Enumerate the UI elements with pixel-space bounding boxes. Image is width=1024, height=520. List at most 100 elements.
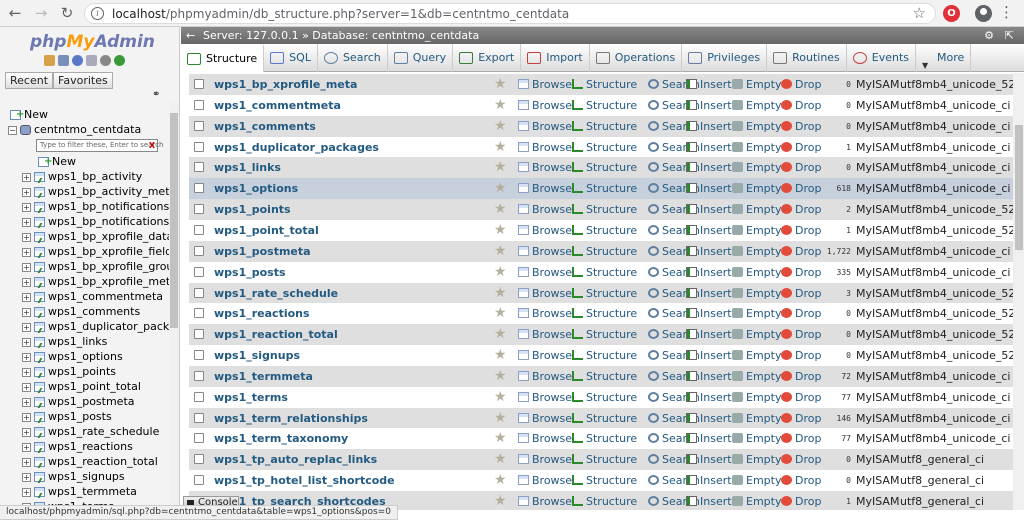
- browse-action[interactable]: Browse: [518, 387, 572, 408]
- insert-action[interactable]: Insert: [686, 366, 732, 387]
- structure-action[interactable]: Structure: [572, 428, 637, 449]
- row-checkbox[interactable]: [194, 412, 204, 423]
- collapse-nav-icon[interactable]: ←: [186, 27, 195, 44]
- favorite-star-icon[interactable]: ★: [494, 368, 507, 384]
- favorite-star-icon[interactable]: ★: [494, 118, 507, 134]
- insert-action[interactable]: Insert: [686, 387, 732, 408]
- phpmyadmin-logo[interactable]: phpMyAdmin: [30, 32, 155, 52]
- clear-filter-icon[interactable]: X: [149, 140, 155, 151]
- help-icon[interactable]: [72, 55, 83, 66]
- tree-filter[interactable]: Type to filter these, Enter to search X: [0, 137, 168, 154]
- table-name-link[interactable]: wps1_term_taxonomy: [214, 428, 348, 449]
- table-name-link[interactable]: wps1_reaction_total: [214, 324, 338, 345]
- expand-icon[interactable]: +: [22, 337, 31, 347]
- browse-action[interactable]: Browse: [518, 137, 572, 158]
- structure-action[interactable]: Structure: [572, 366, 637, 387]
- structure-action[interactable]: Structure: [572, 303, 637, 324]
- insert-action[interactable]: Insert: [686, 262, 732, 283]
- row-checkbox[interactable]: [194, 287, 204, 298]
- table-name-link[interactable]: wps1_terms: [214, 387, 288, 408]
- tree-table-item[interactable]: + wps1_links: [0, 334, 168, 349]
- structure-action[interactable]: Structure: [572, 157, 637, 178]
- favorite-star-icon[interactable]: ★: [494, 222, 507, 238]
- breadcrumb-server[interactable]: Server: 127.0.0.1: [203, 29, 299, 42]
- empty-action[interactable]: Empty: [732, 262, 781, 283]
- table-name-link[interactable]: wps1_tp_auto_replac_links: [214, 449, 377, 470]
- tab-import[interactable]: Import: [521, 44, 590, 72]
- row-checkbox[interactable]: [194, 308, 204, 319]
- insert-action[interactable]: Insert: [686, 324, 732, 345]
- collapse-icon[interactable]: −: [8, 125, 17, 135]
- table-name-link[interactable]: wps1_reactions: [214, 303, 310, 324]
- expand-icon[interactable]: +: [22, 322, 31, 332]
- table-row[interactable]: wps1_duplicator_packages ★ Browse Structure…: [189, 136, 1013, 158]
- insert-action[interactable]: Insert: [686, 116, 732, 137]
- filter-input[interactable]: Type to filter these, Enter to search X: [36, 138, 163, 152]
- empty-action[interactable]: Empty: [732, 470, 781, 491]
- structure-action[interactable]: Structure: [572, 262, 637, 283]
- structure-action[interactable]: Structure: [572, 387, 637, 408]
- tree-table-item[interactable]: + wps1_termmeta: [0, 484, 168, 499]
- favorite-star-icon[interactable]: ★: [494, 139, 507, 155]
- expand-icon[interactable]: +: [22, 187, 31, 197]
- insert-action[interactable]: Insert: [686, 178, 732, 199]
- table-row[interactable]: wps1_postmeta ★ Browse Structure Search Inser…: [189, 240, 1013, 262]
- table-name-link[interactable]: wps1_options: [214, 178, 298, 199]
- row-checkbox[interactable]: [194, 204, 204, 215]
- favorite-star-icon[interactable]: ★: [494, 472, 507, 488]
- recent-button[interactable]: Recent: [5, 72, 54, 89]
- maximize-icon[interactable]: ⇱: [1005, 27, 1014, 44]
- browse-action[interactable]: Browse: [518, 324, 572, 345]
- table-name-link[interactable]: wps1_links: [214, 157, 281, 178]
- expand-icon[interactable]: +: [22, 352, 31, 362]
- browse-action[interactable]: Browse: [518, 74, 572, 95]
- row-checkbox[interactable]: [194, 454, 204, 465]
- browse-action[interactable]: Browse: [518, 366, 572, 387]
- empty-action[interactable]: Empty: [732, 199, 781, 220]
- nav-scrollbar[interactable]: [169, 103, 179, 520]
- expand-icon[interactable]: +: [22, 262, 31, 272]
- empty-action[interactable]: Empty: [732, 345, 781, 366]
- tab-query[interactable]: Query: [388, 44, 454, 72]
- browse-action[interactable]: Browse: [518, 491, 572, 510]
- browse-action[interactable]: Browse: [518, 408, 572, 429]
- settings-icon[interactable]: [100, 55, 111, 66]
- insert-action[interactable]: Insert: [686, 491, 732, 510]
- browse-action[interactable]: Browse: [518, 95, 572, 116]
- reload-icon[interactable]: ↻: [56, 2, 78, 24]
- structure-action[interactable]: Structure: [572, 241, 637, 262]
- favorite-star-icon[interactable]: ★: [494, 180, 507, 196]
- favorite-star-icon[interactable]: ★: [494, 451, 507, 467]
- insert-action[interactable]: Insert: [686, 408, 732, 429]
- browse-action[interactable]: Browse: [518, 157, 572, 178]
- insert-action[interactable]: Insert: [686, 199, 732, 220]
- settings-cog-icon[interactable]: ⚙: [984, 27, 994, 44]
- browse-action[interactable]: Browse: [518, 303, 572, 324]
- home-icon[interactable]: [44, 55, 55, 66]
- favorite-star-icon[interactable]: ★: [494, 326, 507, 342]
- tree-table-item[interactable]: + wps1_bp_xprofile_data: [0, 229, 173, 244]
- structure-action[interactable]: Structure: [572, 470, 637, 491]
- table-name-link[interactable]: wps1_commentmeta: [214, 95, 341, 116]
- row-checkbox[interactable]: [194, 266, 204, 277]
- row-checkbox[interactable]: [194, 391, 204, 402]
- structure-action[interactable]: Structure: [572, 74, 637, 95]
- expand-icon[interactable]: +: [22, 307, 31, 317]
- browse-action[interactable]: Browse: [518, 220, 572, 241]
- row-checkbox[interactable]: [194, 475, 204, 486]
- tree-table-item[interactable]: + wps1_commentmeta: [0, 289, 168, 304]
- expand-icon[interactable]: +: [22, 232, 31, 242]
- insert-action[interactable]: Insert: [686, 470, 732, 491]
- row-checkbox[interactable]: [194, 99, 204, 110]
- expand-icon[interactable]: +: [22, 412, 31, 422]
- empty-action[interactable]: Empty: [732, 449, 781, 470]
- expand-icon[interactable]: +: [22, 397, 31, 407]
- structure-action[interactable]: Structure: [572, 449, 637, 470]
- address-bar[interactable]: i localhost/phpmyadmin/db_structure.php?…: [84, 3, 936, 24]
- link-with-main-icon[interactable]: ⚭: [152, 89, 160, 100]
- table-row[interactable]: wps1_options ★ Browse Structure Search Insert…: [189, 178, 1013, 200]
- row-checkbox[interactable]: [194, 79, 204, 89]
- empty-action[interactable]: Empty: [732, 428, 781, 449]
- table-row[interactable]: wps1_term_taxonomy ★ Browse Structure Search…: [189, 428, 1013, 450]
- table-name-link[interactable]: wps1_posts: [214, 262, 286, 283]
